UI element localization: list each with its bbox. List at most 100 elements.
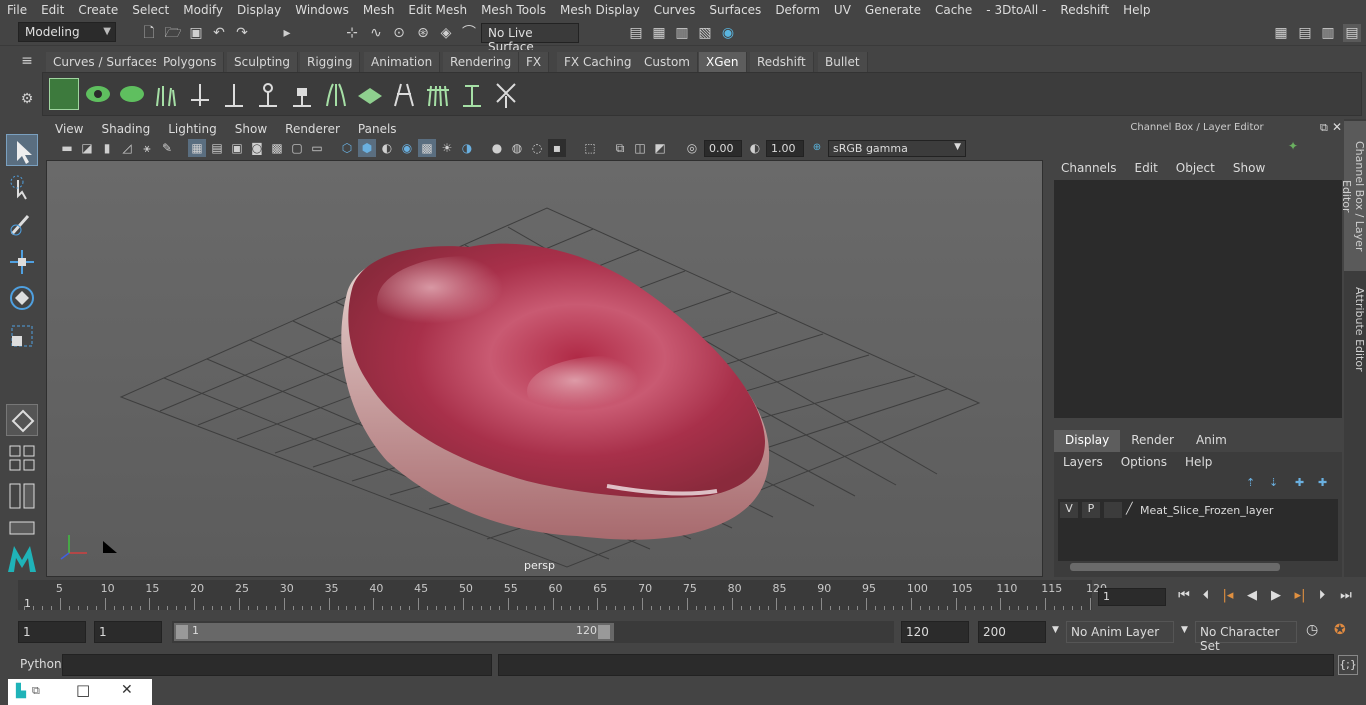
new-layer-selected-icon[interactable]: ✚ xyxy=(1318,476,1327,489)
isolate-select-icon[interactable]: ⬚ xyxy=(581,139,599,157)
maya-app-icon[interactable]: ▙ xyxy=(16,684,26,699)
close-icon[interactable]: ✕ xyxy=(1332,120,1342,134)
single-perspective-icon[interactable] xyxy=(6,404,38,436)
xgen-description-icon[interactable] xyxy=(83,78,113,110)
menu-3dtoall[interactable]: - 3DtoAll - xyxy=(979,3,1053,17)
display-type-toggle[interactable] xyxy=(1104,502,1122,518)
tab-anim[interactable]: Anim xyxy=(1184,430,1238,452)
viewport-menu-renderer[interactable]: Renderer xyxy=(276,122,349,136)
smooth-shade-icon[interactable]: ⬢ xyxy=(358,139,376,157)
chevron-down-icon[interactable]: ▼ xyxy=(1181,625,1188,635)
shelf-settings-icon[interactable]: ⚙ xyxy=(18,90,36,108)
graph-layout-icon[interactable] xyxy=(6,518,38,538)
viewport-menu-view[interactable]: View xyxy=(46,122,92,136)
gate-mask-icon[interactable]: ◙ xyxy=(248,139,266,157)
close-window-icon[interactable]: ✕ xyxy=(121,682,133,698)
lights-icon[interactable]: ☀ xyxy=(438,139,456,157)
menu-cache[interactable]: Cache xyxy=(928,3,979,17)
ambient-occlusion-icon[interactable]: ● xyxy=(488,139,506,157)
shelf-tab-rigging[interactable]: Rigging xyxy=(300,52,361,72)
textured-icon[interactable]: ◉ xyxy=(398,139,416,157)
playback-toggle[interactable]: P xyxy=(1082,502,1100,518)
exposure-field[interactable]: 0.00 xyxy=(704,140,742,157)
play-backward-icon[interactable]: ◀ xyxy=(1242,586,1262,606)
image-plane-icon[interactable]: ◿ xyxy=(118,139,136,157)
edit-menu[interactable]: Edit xyxy=(1126,161,1167,175)
menu-modify[interactable]: Modify xyxy=(176,3,230,17)
menu-mesh[interactable]: Mesh xyxy=(356,3,402,17)
maya-logo-icon[interactable] xyxy=(6,542,38,574)
help-menu[interactable]: Help xyxy=(1176,455,1221,469)
grid-toggle-icon[interactable]: ▦ xyxy=(188,139,206,157)
scale-tool-icon[interactable] xyxy=(6,320,38,352)
new-layer-icon[interactable]: ✚ xyxy=(1295,476,1304,489)
range-start-grip[interactable] xyxy=(176,625,188,639)
motion-blur-icon[interactable]: ◍ xyxy=(508,139,526,157)
menu-create[interactable]: Create xyxy=(71,3,125,17)
xray-icon[interactable]: ⧉ xyxy=(611,139,629,157)
xgen-place-guide-icon[interactable] xyxy=(219,78,249,110)
character-set-dropdown[interactable]: No Character Set xyxy=(1195,621,1297,653)
undo-icon[interactable]: ↶ xyxy=(210,24,228,42)
checker-icon[interactable]: ▩ xyxy=(418,139,436,157)
xgen-groom-icon[interactable] xyxy=(321,78,351,110)
viewport-menu-panels[interactable]: Panels xyxy=(349,122,406,136)
restore-icon[interactable]: ⧉ xyxy=(32,684,40,698)
go-to-end-icon[interactable]: ⏭ xyxy=(1336,586,1356,606)
menu-file[interactable]: File xyxy=(0,3,34,17)
color-management-icon[interactable]: ⊕ xyxy=(808,139,826,157)
shelf-tab-sculpting[interactable]: Sculpting xyxy=(227,52,299,72)
shelf-tab-fx[interactable]: FX xyxy=(519,52,550,72)
menu-uv[interactable]: UV xyxy=(827,3,858,17)
xgen-editor-icon[interactable] xyxy=(49,78,79,110)
shelf-tab-xgen[interactable]: XGen xyxy=(699,52,747,72)
xgen-cut-icon[interactable] xyxy=(423,78,453,110)
lasso-tool-icon[interactable] xyxy=(6,172,38,204)
menu-mesh-display[interactable]: Mesh Display xyxy=(553,3,647,17)
layout-icon[interactable]: ▤ xyxy=(1296,24,1314,42)
tab-attribute-editor-vertical[interactable]: Attribute Editor xyxy=(1344,279,1366,379)
shelf-menu-icon[interactable]: ≡ xyxy=(18,52,36,70)
exposure-icon[interactable]: ◎ xyxy=(683,139,701,157)
layer-scrollbar[interactable] xyxy=(1058,561,1338,573)
xgen-comb-icon[interactable] xyxy=(389,78,419,110)
menu-windows[interactable]: Windows xyxy=(288,3,356,17)
menu-deform[interactable]: Deform xyxy=(768,3,827,17)
grease-pencil-icon[interactable]: ✎ xyxy=(158,139,176,157)
rotate-tool-icon[interactable] xyxy=(6,282,38,314)
menu-surfaces[interactable]: Surfaces xyxy=(702,3,768,17)
film-gate-icon[interactable]: ▤ xyxy=(208,139,226,157)
anim-layer-dropdown[interactable]: No Anim Layer xyxy=(1066,621,1174,643)
snap-point-icon[interactable]: ⊙ xyxy=(390,24,408,42)
chevron-down-icon[interactable]: ▼ xyxy=(1052,625,1059,635)
maximize-icon[interactable]: □ xyxy=(76,681,90,699)
xgen-length-icon[interactable] xyxy=(457,78,487,110)
float-panel-icon[interactable]: ⧉ xyxy=(1320,121,1328,135)
step-back-icon[interactable]: ⏴ xyxy=(1196,586,1216,606)
tab-render[interactable]: Render xyxy=(1120,430,1185,452)
open-scene-icon[interactable]: 🗁 xyxy=(164,24,182,42)
new-scene-icon[interactable]: 🗋 xyxy=(140,24,158,42)
safe-action-icon[interactable]: ▢ xyxy=(288,139,306,157)
channel-box-toggle-icon[interactable]: ▤ xyxy=(1343,24,1361,42)
render-view-icon[interactable]: ▧ xyxy=(696,24,714,42)
current-frame-field[interactable]: 1 xyxy=(1098,588,1166,606)
play-forward-icon[interactable]: ▶ xyxy=(1266,586,1286,606)
shelf-tab-redshift[interactable]: Redshift xyxy=(750,52,814,72)
anti-alias-icon[interactable]: ◌ xyxy=(528,139,546,157)
save-scene-icon[interactable]: ▣ xyxy=(187,24,205,42)
shelf-tab-animation[interactable]: Animation xyxy=(364,52,441,72)
resolution-gate-icon[interactable]: ▣ xyxy=(228,139,246,157)
channel-keys-icon[interactable]: ✦ xyxy=(1288,139,1298,153)
move-layer-down-icon[interactable]: ⇣ xyxy=(1269,476,1278,489)
viewport-menu-shading[interactable]: Shading xyxy=(92,122,159,136)
range-slider[interactable]: 1 120 xyxy=(172,621,894,643)
step-forward-icon[interactable]: ⏵ xyxy=(1312,586,1332,606)
range-end-grip[interactable] xyxy=(598,625,610,639)
paint-select-tool-icon[interactable] xyxy=(6,208,38,240)
viewport-menu-lighting[interactable]: Lighting xyxy=(159,122,226,136)
workspace-icon[interactable]: ▦ xyxy=(1272,24,1290,42)
xgen-density-icon[interactable] xyxy=(355,78,385,110)
menu-generate[interactable]: Generate xyxy=(858,3,928,17)
layers-menu[interactable]: Layers xyxy=(1054,455,1112,469)
